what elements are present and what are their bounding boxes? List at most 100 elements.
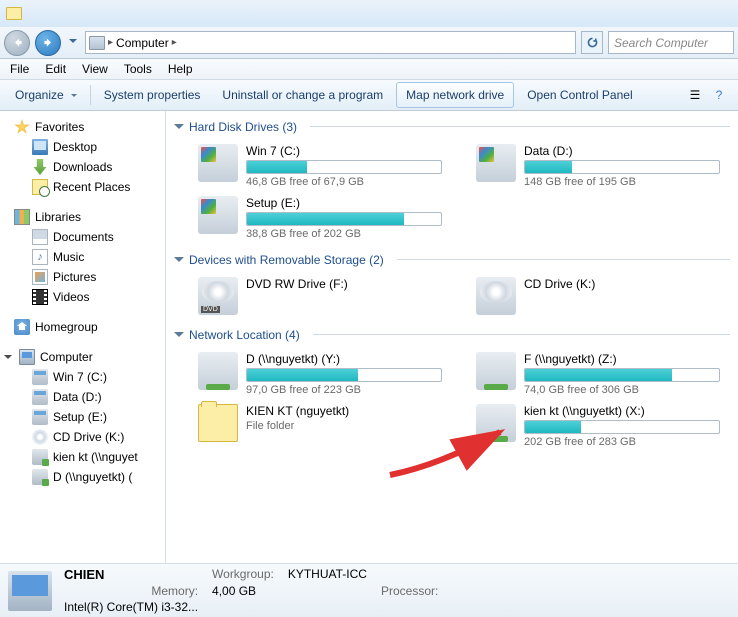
search-input[interactable]: Search Computer [608,31,734,54]
sidebar-drive-x[interactable]: kien kt (\\nguyet [0,447,165,467]
capacity-bar [524,368,720,382]
netd-icon [476,404,516,442]
drive-subtitle: File folder [246,420,442,432]
sidebar-drive-e[interactable]: Setup (E:) [0,407,165,427]
drive-item[interactable]: D (\\nguyetkt) (Y:)97,0 GB free of 223 G… [196,350,444,398]
network-drive-icon [32,449,48,465]
sidebar-documents[interactable]: Documents [0,227,165,247]
drive-item[interactable]: kien kt (\\nguyetkt) (X:)202 GB free of … [474,402,722,450]
drive-icon [32,409,48,425]
content-pane: Hard Disk Drives (3) Win 7 (C:) 46,8 GB f… [166,111,738,563]
workgroup-value: KYTHUAT-ICC [288,567,367,582]
computer-icon [89,36,105,50]
drive-name: KIEN KT (nguyetkt) [246,404,442,418]
document-icon [32,229,48,245]
drive-free-text: 38,8 GB free of 202 GB [246,228,442,240]
desktop-icon [32,139,48,155]
control-panel-button[interactable]: Open Control Panel [518,83,641,107]
drive-name: Win 7 (C:) [246,144,442,158]
drive-item[interactable]: Data (D:) 148 GB free of 195 GB [474,142,722,190]
chevron-down-icon [174,332,184,342]
sidebar-drive-k[interactable]: CD Drive (K:) [0,427,165,447]
drive-item[interactable]: CD Drive (K:) [474,275,722,317]
menu-view[interactable]: View [74,59,116,79]
drive-item[interactable]: KIEN KT (nguyetkt) File folder [196,402,444,450]
menu-file[interactable]: File [2,59,37,79]
view-options-icon[interactable]: ☰ [686,86,704,104]
homegroup-group[interactable]: Homegroup [0,317,165,337]
address-bar[interactable]: ▸ Computer ▸ [85,31,576,54]
capacity-bar [246,160,442,174]
sidebar-downloads[interactable]: Downloads [0,157,165,177]
folder-icon [6,7,22,20]
forward-button[interactable] [35,30,61,56]
command-bar: Organize System properties Uninstall or … [0,80,738,111]
section-removable[interactable]: Devices with Removable Storage (2) [174,252,730,267]
sidebar-videos[interactable]: Videos [0,287,165,307]
chevron-right-icon[interactable]: ▸ [172,37,177,48]
system-properties-button[interactable]: System properties [95,83,210,107]
favorites-group[interactable]: Favorites [0,117,165,137]
netd-icon [476,352,516,390]
menu-edit[interactable]: Edit [37,59,74,79]
drive-free-text: 46,8 GB free of 67,9 GB [246,176,442,188]
drive-item[interactable]: F (\\nguyetkt) (Z:)74,0 GB free of 306 G… [474,350,722,398]
capacity-bar [524,160,720,174]
section-hdd[interactable]: Hard Disk Drives (3) [174,119,730,134]
title-bar [0,0,738,27]
navigation-pane: Favorites Desktop Downloads Recent Place… [0,111,166,563]
organize-button[interactable]: Organize [6,83,86,107]
chevron-right-icon[interactable]: ▸ [108,37,113,48]
drive-item[interactable]: Setup (E:)38,8 GB free of 202 GB [196,194,444,242]
drive-name: D (\\nguyetkt) (Y:) [246,352,442,366]
sidebar-desktop[interactable]: Desktop [0,137,165,157]
drive-free-text: 74,0 GB free of 306 GB [524,384,720,396]
recent-icon [32,179,48,195]
computer-name: CHIEN [64,567,198,582]
sidebar-music[interactable]: Music [0,247,165,267]
drive-item[interactable]: DVD RW Drive (F:) [196,275,444,317]
netd-icon [198,352,238,390]
library-icon [14,209,30,225]
separator [90,85,91,105]
details-pane: CHIEN Workgroup: KYTHUAT-ICC Memory: 4,0… [0,563,738,617]
navigation-bar: ▸ Computer ▸ Search Computer [0,27,738,59]
memory-value: 4,00 GB [212,584,274,598]
computer-group[interactable]: Computer [0,347,165,367]
star-icon [14,119,30,135]
collapse-icon[interactable] [3,353,12,362]
libraries-group[interactable]: Libraries [0,207,165,227]
drive-free-text: 148 GB free of 195 GB [524,176,720,188]
uninstall-button[interactable]: Uninstall or change a program [213,83,392,107]
computer-icon-large [8,571,52,611]
sidebar-drive-d[interactable]: Data (D:) [0,387,165,407]
sidebar-drive-c[interactable]: Win 7 (C:) [0,367,165,387]
drive-name: Data (D:) [524,144,720,158]
history-dropdown[interactable] [66,33,80,53]
cd-icon [32,429,48,445]
folder-icon [198,404,238,442]
chevron-down-icon [174,124,184,134]
help-icon[interactable]: ? [710,86,728,104]
download-icon [32,159,48,175]
section-network[interactable]: Network Location (4) [174,327,730,342]
map-network-drive-button[interactable]: Map network drive [396,82,514,108]
sidebar-pictures[interactable]: Pictures [0,267,165,287]
drive-name: kien kt (\\nguyetkt) (X:) [524,404,720,418]
menu-help[interactable]: Help [160,59,201,79]
chevron-down-icon [174,257,184,267]
drive-item[interactable]: Win 7 (C:) 46,8 GB free of 67,9 GB [196,142,444,190]
homegroup-icon [14,319,30,335]
menu-bar: File Edit View Tools Help [0,59,738,80]
picture-icon [32,269,48,285]
computer-icon [19,349,35,365]
refresh-button[interactable] [581,31,603,54]
menu-tools[interactable]: Tools [116,59,160,79]
video-icon [32,289,48,305]
breadcrumb-item[interactable]: Computer [116,36,169,50]
drive-name: CD Drive (K:) [524,277,720,291]
sidebar-drive-y[interactable]: D (\\nguyetkt) ( [0,467,165,487]
sidebar-recent[interactable]: Recent Places [0,177,165,197]
back-button[interactable] [4,30,30,56]
memory-label: Memory: [64,584,198,598]
